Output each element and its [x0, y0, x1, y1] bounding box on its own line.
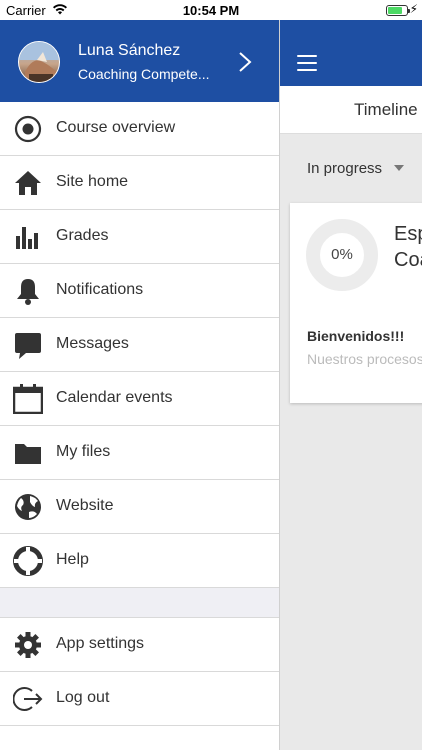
menu-label: Course overview	[56, 119, 176, 136]
progress-label: 0%	[331, 246, 353, 263]
menu-item-site-home[interactable]: Site home	[0, 156, 279, 210]
menu-item-app-settings[interactable]: App settings	[0, 618, 279, 672]
tab-bar: Timeline	[280, 86, 422, 134]
gear-icon	[15, 632, 41, 658]
menu-item-notifications[interactable]: Notifications	[0, 264, 279, 318]
battery-level	[388, 7, 402, 14]
menu-item-log-out[interactable]: Log out	[0, 672, 279, 726]
status-bar: Carrier 10:54 PM ⚡	[0, 0, 422, 20]
menu-label: Grades	[56, 227, 109, 244]
side-drawer: Luna Sánchez Coaching Compete... Course …	[0, 20, 280, 750]
filter-select[interactable]: In progress	[307, 160, 382, 177]
menu-item-my-files[interactable]: My files	[0, 426, 279, 480]
grades-icon	[16, 227, 38, 249]
caret-down-icon[interactable]	[394, 165, 404, 171]
bell-icon	[17, 279, 39, 305]
avatar	[18, 41, 60, 83]
clock: 10:54 PM	[182, 3, 240, 18]
menu-icon[interactable]	[297, 55, 317, 71]
course-title[interactable]: Esp Coa	[394, 221, 422, 273]
lifebuoy-icon	[13, 546, 43, 576]
folder-icon	[15, 444, 41, 464]
menu-label: Help	[56, 551, 89, 568]
battery-icon	[386, 5, 410, 16]
user-name: Luna Sánchez	[78, 42, 181, 59]
site-name: Coaching Compete...	[78, 66, 210, 82]
menu-item-grades[interactable]: Grades	[0, 210, 279, 264]
main-content: Timeline In progress 0% Esp Coa Bienveni…	[280, 20, 422, 750]
menu-item-course-overview[interactable]: Course overview	[0, 102, 279, 156]
menu-label: My files	[56, 443, 111, 460]
course-summary-text: Nuestros procesos	[307, 351, 422, 367]
logout-icon	[13, 687, 43, 711]
course-overview-icon	[14, 115, 42, 143]
drawer-menu: Course overview Site home Grades Notific…	[0, 102, 279, 726]
menu-item-website[interactable]: Website	[0, 480, 279, 534]
course-card[interactable]: 0% Esp Coa Bienvenidos!!! Nuestros proce…	[290, 203, 422, 403]
menu-label: Calendar events	[56, 389, 173, 406]
menu-divider	[0, 588, 279, 618]
home-icon	[15, 171, 41, 195]
chevron-right-icon[interactable]	[238, 51, 252, 73]
chat-icon	[15, 333, 41, 359]
charging-icon: ⚡	[409, 2, 418, 16]
menu-item-messages[interactable]: Messages	[0, 318, 279, 372]
menu-item-help[interactable]: Help	[0, 534, 279, 588]
menu-label: Messages	[56, 335, 129, 352]
menu-label: Site home	[56, 173, 129, 190]
menu-item-calendar-events[interactable]: Calendar events	[0, 372, 279, 426]
calendar-icon	[13, 384, 43, 414]
tab-timeline[interactable]: Timeline	[354, 100, 418, 120]
course-summary-heading: Bienvenidos!!!	[307, 328, 405, 344]
user-header[interactable]: Luna Sánchez Coaching Compete...	[0, 20, 279, 102]
menu-label: Log out	[56, 689, 110, 706]
menu-label: Notifications	[56, 281, 144, 298]
menu-label: Website	[56, 497, 114, 514]
globe-icon	[15, 494, 41, 520]
menu-label: App settings	[56, 635, 145, 652]
main-topbar	[280, 20, 422, 86]
